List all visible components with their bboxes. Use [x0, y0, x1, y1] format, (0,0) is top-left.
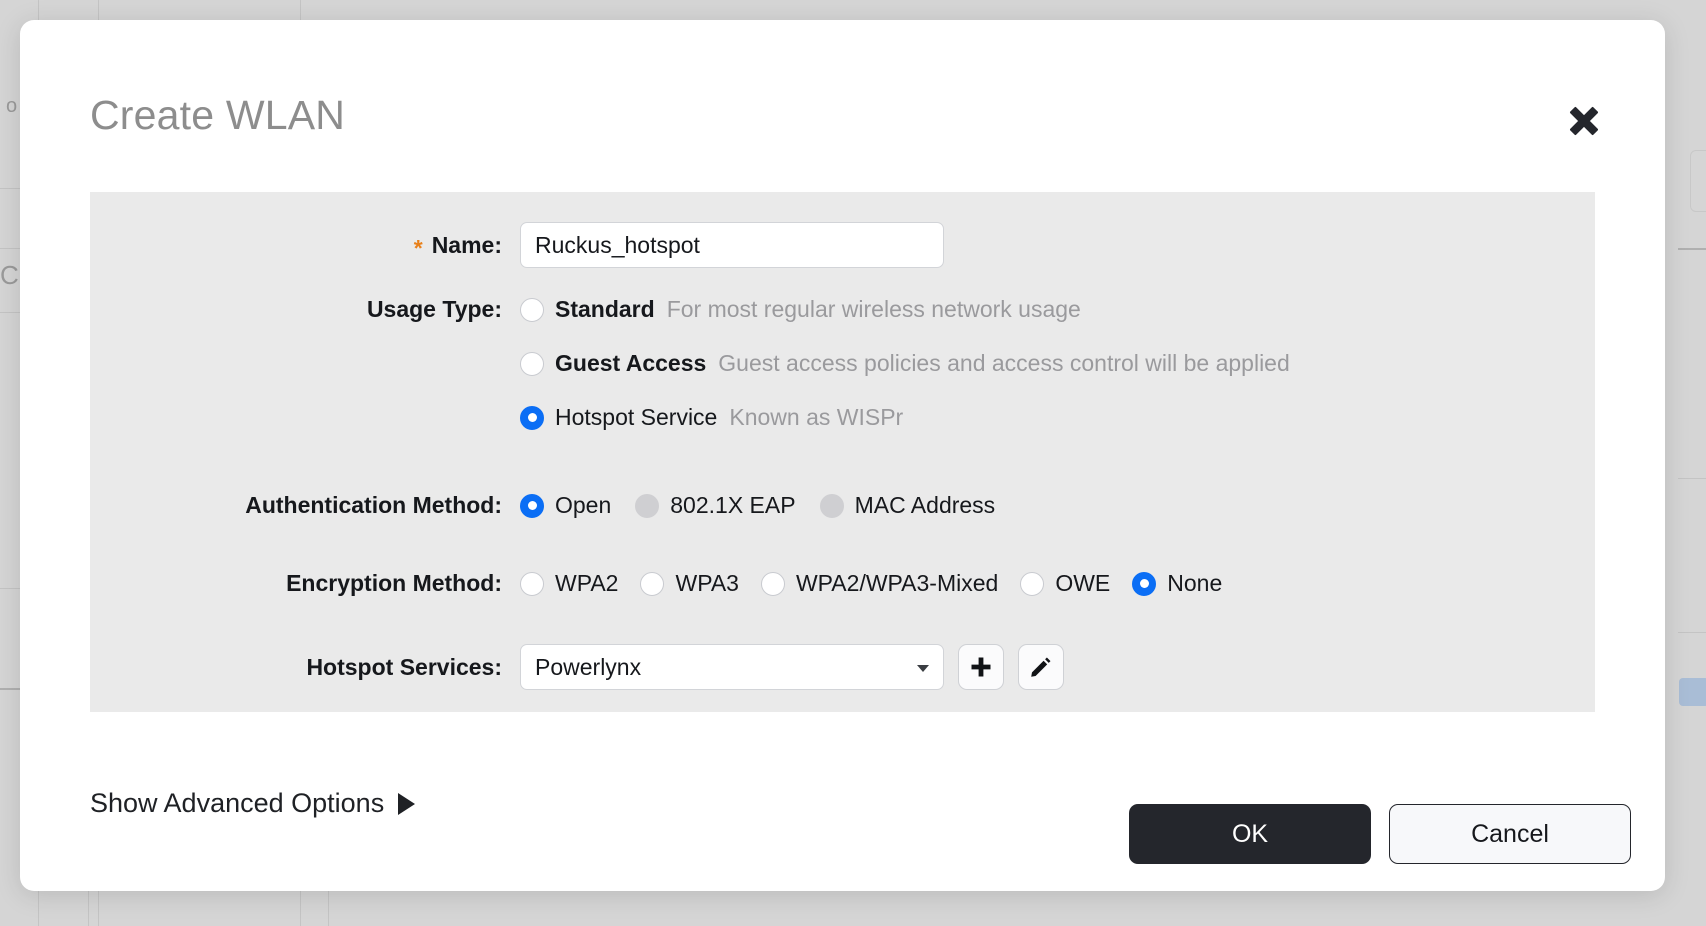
show-advanced-options-toggle[interactable]: Show Advanced Options: [90, 788, 416, 819]
name-label-text: Name:: [431, 231, 502, 258]
name-input[interactable]: [520, 222, 944, 268]
radio-icon[interactable]: [1020, 571, 1045, 596]
wlan-form-panel: * Name: Usage Type: Standard For most re…: [90, 192, 1595, 712]
name-label: * Name:: [90, 231, 520, 261]
backdrop-divider: [1678, 478, 1706, 479]
radio-icon[interactable]: [520, 405, 544, 430]
usage-type-radio-group: Standard For most regular wireless netwo…: [520, 296, 1300, 431]
usage-type-option-description: For most regular wireless network usage: [666, 296, 1081, 322]
usage-type-option-guest-access[interactable]: Guest Access Guest access policies and a…: [520, 350, 1290, 377]
hotspot-services-label: Hotspot Services:: [306, 653, 502, 680]
radio-icon[interactable]: [760, 571, 785, 596]
hotspot-services-select[interactable]: Powerlynx: [520, 644, 944, 690]
backdrop-divider: [1678, 632, 1706, 633]
backdrop-glyph: o: [6, 95, 18, 117]
usage-type-option-hotspot-service[interactable]: Hotspot Service Known as WISPr: [520, 404, 1290, 431]
edit-hotspot-service-button[interactable]: [1018, 644, 1064, 690]
encryption-option-label: WPA2/WPA3-Mixed: [795, 570, 999, 596]
ok-button[interactable]: OK: [1129, 804, 1371, 864]
cancel-button[interactable]: Cancel: [1389, 804, 1631, 864]
backdrop-divider: [88, 890, 89, 926]
encryption-option-wpa2[interactable]: WPA2: [520, 570, 618, 597]
form-row-authentication-method: Authentication Method: Open 802.1X EAP M…: [90, 492, 1005, 519]
backdrop-divider: [328, 890, 329, 926]
show-advanced-options-label: Show Advanced Options: [90, 788, 385, 818]
form-row-name: * Name:: [90, 222, 944, 268]
backdrop-chip: [1679, 678, 1706, 706]
radio-icon[interactable]: [520, 297, 544, 322]
auth-option-label: 802.1X EAP: [670, 492, 796, 518]
usage-type-option-label: Guest Access: [555, 350, 707, 376]
encryption-option-wpa2-wpa3-mixed[interactable]: WPA2/WPA3-Mixed: [760, 570, 999, 597]
encryption-option-label: OWE: [1055, 570, 1111, 596]
triangle-right-icon: [398, 792, 416, 815]
usage-type-option-label: Hotspot Service: [555, 404, 718, 430]
dialog-title: Create WLAN: [90, 92, 346, 138]
encryption-option-label: WPA3: [675, 570, 739, 596]
radio-icon[interactable]: [640, 571, 665, 596]
usage-type-option-description: Guest access policies and access control…: [718, 350, 1290, 376]
close-icon[interactable]: [1561, 98, 1607, 144]
usage-type-option-standard[interactable]: Standard For most regular wireless netwo…: [520, 296, 1290, 323]
create-wlan-dialog: Create WLAN * Name: Usage Type: Standard…: [20, 20, 1665, 891]
encryption-option-label: WPA2: [555, 570, 619, 596]
radio-icon[interactable]: [1132, 571, 1157, 596]
backdrop-glyph: C: [0, 260, 19, 290]
authentication-method-radio-group: Open 802.1X EAP MAC Address: [520, 492, 1005, 519]
auth-option-8021x-eap: 802.1X EAP: [635, 492, 796, 519]
encryption-option-owe[interactable]: OWE: [1020, 570, 1110, 597]
encryption-option-label: None: [1167, 570, 1223, 596]
form-row-hotspot-services: Hotspot Services: Powerlynx: [90, 644, 1064, 690]
form-row-usage-type: Usage Type: Standard For most regular wi…: [90, 296, 1300, 431]
backdrop-box: [1690, 150, 1706, 212]
encryption-method-label: Encryption Method:: [286, 570, 502, 596]
encryption-method-radio-group: WPA2 WPA3 WPA2/WPA3-Mixed OWE None: [520, 570, 1232, 597]
radio-icon: [635, 493, 660, 518]
radio-icon[interactable]: [520, 571, 544, 596]
required-asterisk: *: [413, 234, 423, 261]
backdrop-divider: [1678, 248, 1706, 250]
usage-type-label: Usage Type:: [366, 296, 502, 322]
auth-option-mac-address: MAC Address: [819, 492, 996, 519]
encryption-option-wpa3[interactable]: WPA3: [640, 570, 739, 597]
auth-option-label: MAC Address: [854, 492, 996, 518]
authentication-method-label: Authentication Method:: [245, 492, 502, 518]
add-hotspot-service-button[interactable]: [958, 644, 1004, 690]
auth-option-label: Open: [555, 492, 612, 518]
form-row-encryption-method: Encryption Method: WPA2 WPA3 WPA2/WPA3-M…: [90, 570, 1232, 597]
encryption-option-none[interactable]: None: [1132, 570, 1222, 597]
usage-type-option-label: Standard: [555, 296, 655, 322]
auth-option-open[interactable]: Open: [520, 492, 611, 519]
radio-icon[interactable]: [520, 493, 544, 518]
usage-type-option-description: Known as WISPr: [729, 404, 904, 430]
radio-icon[interactable]: [520, 351, 544, 376]
hotspot-services-select-wrap: Powerlynx: [520, 644, 944, 690]
radio-icon: [819, 493, 844, 518]
backdrop-divider: [38, 890, 39, 926]
